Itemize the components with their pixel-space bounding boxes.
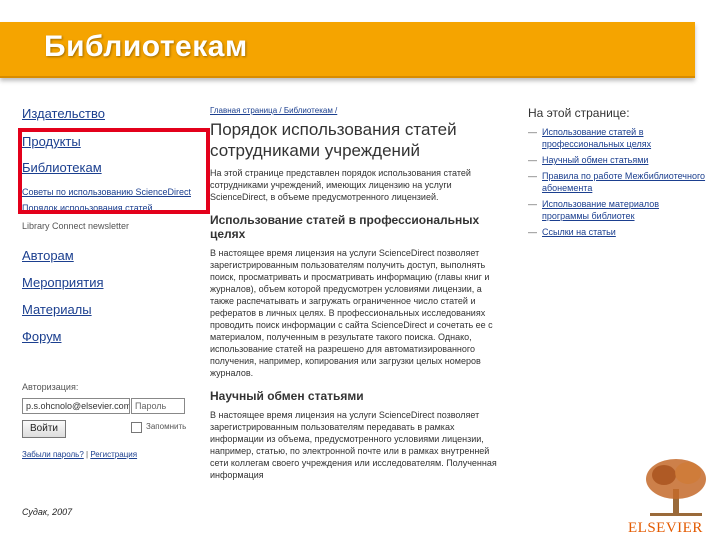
breadcrumb[interactable]: Главная страница / Библиотекам / — [210, 106, 505, 115]
on-this-page-title: На этой странице: — [528, 106, 630, 120]
nav-link-newsletter[interactable]: Library Connect newsletter — [22, 220, 192, 232]
register-link[interactable]: Регистрация — [90, 450, 137, 459]
intro-paragraph: На этой странице представлен порядок исп… — [210, 168, 471, 202]
toc-link[interactable]: — Использование статей в профессиональных… — [528, 126, 708, 150]
nav-item-forum[interactable]: Форум — [22, 329, 192, 345]
on-this-page-panel: На этой странице: — Использование статей … — [528, 106, 708, 242]
section-text-professional: В настоящее время лицензия на услуги Sci… — [210, 248, 493, 378]
section-text-exchange: В настоящее время лицензия на услуги Sci… — [210, 410, 497, 480]
main-content: Главная страница / Библиотекам / Порядок… — [210, 106, 505, 481]
title-banner: Библиотекам — [0, 22, 695, 78]
nav-item-events[interactable]: Мероприятия — [22, 275, 192, 291]
forgot-password-link[interactable]: Забыли пароль? — [22, 450, 84, 459]
toc-link[interactable]: — Ссылки на статьи — [528, 226, 708, 238]
nav-item-publisher[interactable]: Издательство — [22, 106, 192, 122]
toc-link[interactable]: — Использование материалов программы библ… — [528, 198, 708, 222]
login-button[interactable]: Войти — [22, 420, 66, 438]
remember-label: Запомнить — [146, 422, 187, 431]
section-title-exchange: Научный обмен статьями — [210, 389, 364, 403]
highlight-box — [18, 128, 210, 214]
login-label: Авторизация: — [22, 382, 79, 392]
slide-title: Библиотекам — [44, 30, 248, 63]
toc-link[interactable]: — Научный обмен статьями — [528, 154, 708, 166]
elsevier-tree-logo-icon — [646, 459, 706, 516]
email-field[interactable]: p.s.ohcnolo@elsevier.com — [22, 398, 130, 414]
footer-location-date: Судак, 2007 — [22, 507, 73, 517]
login-links: Забыли пароль? | Регистрация — [22, 450, 138, 459]
nav-item-materials[interactable]: Материалы — [22, 302, 192, 318]
elsevier-wordmark: ELSEVIER — [628, 520, 703, 536]
page-title: Порядок использования статей сотрудникам… — [210, 120, 457, 160]
password-field[interactable]: Пароль — [131, 398, 185, 414]
section-title-professional: Использование статей в профессиональных … — [210, 213, 480, 241]
remember-checkbox[interactable] — [131, 422, 142, 433]
nav-item-authors[interactable]: Авторам — [22, 248, 192, 264]
toc-link[interactable]: — Правила по работе Межбиблиотечного абон… — [528, 170, 708, 194]
